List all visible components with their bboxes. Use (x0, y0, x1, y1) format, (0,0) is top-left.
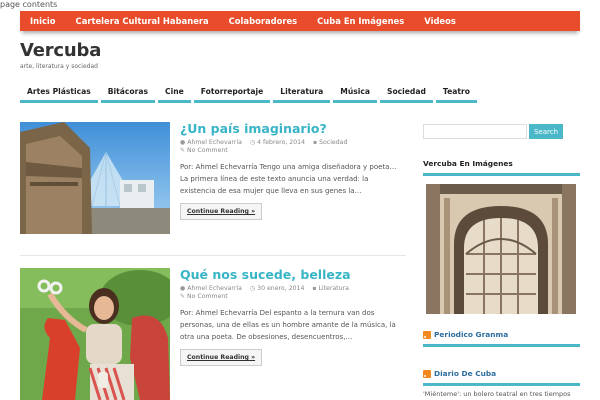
category-cine[interactable]: Cine (158, 85, 191, 103)
post-comments[interactable]: No Comment (187, 147, 228, 154)
post-category[interactable]: Literatura (318, 285, 348, 292)
top-nav-inicio[interactable]: Inicio (20, 16, 66, 26)
continue-reading-button[interactable]: Continue Reading » (180, 203, 263, 220)
feed-widget-granma: Periodico Granma (423, 330, 580, 347)
comment-icon: ✎ (180, 147, 186, 154)
folder-icon: ▪ (312, 285, 317, 292)
category-bitacoras[interactable]: Bitácoras (100, 85, 156, 103)
post-thumbnail-woman[interactable] (20, 268, 170, 400)
post-item: ¿Un país imaginario? ● Ahmel Echevarría ◷… (20, 122, 406, 242)
page-contents-label: page contents (0, 0, 58, 9)
comment-icon: ✎ (180, 293, 186, 300)
category-fotorreportaje[interactable]: Fotorreportaje (193, 85, 271, 103)
rss-icon (423, 369, 431, 378)
top-navigation: Inicio Cartelera Cultural Habanera Colab… (20, 11, 580, 31)
post-title[interactable]: Qué nos sucede, belleza (180, 268, 406, 282)
top-nav-videos[interactable]: Videos (414, 16, 466, 26)
site-tagline: arte, literatura y sociedad (20, 63, 98, 70)
search-widget: Search (423, 124, 580, 139)
category-literatura[interactable]: Literatura (273, 85, 331, 103)
widget-title-feed2: Diario De Cuba (423, 369, 580, 386)
folder-icon: ▪ (313, 139, 318, 146)
category-sociedad[interactable]: Sociedad (379, 85, 433, 103)
site-branding: Vercuba arte, literatura y sociedad (20, 40, 101, 70)
gallery-image[interactable] (426, 184, 576, 314)
rss-icon (423, 330, 431, 339)
sidebar: Search Vercuba En Imágenes Periodico Gra… (423, 124, 580, 398)
author-icon: ● (180, 139, 186, 146)
category-artes-plasticas[interactable]: Artes Plásticas (20, 85, 98, 103)
category-navigation: Artes Plásticas Bitácoras Cine Fotorrepo… (20, 85, 480, 103)
post-meta: ● Ahmel Echevarría ◷ 4 febrero, 2014 ▪ Soci… (180, 139, 406, 155)
post-author[interactable]: Ahmel Echevarría (187, 139, 242, 146)
widget-title-feed1: Periodico Granma (423, 330, 580, 347)
author-icon: ● (180, 285, 186, 292)
search-button[interactable]: Search (529, 124, 563, 139)
feed1-title[interactable]: Periodico Granma (434, 330, 508, 339)
top-nav-cartelera[interactable]: Cartelera Cultural Habanera (66, 16, 219, 26)
post-date: 30 enero, 2014 (257, 285, 305, 292)
post-divider (20, 255, 406, 256)
post-excerpt: Por: Ahmel Echevarría Tengo una amiga di… (180, 163, 397, 195)
top-nav-cuba-imagenes[interactable]: Cuba En Imágenes (307, 16, 414, 26)
widget-title-gallery: Vercuba En Imágenes (423, 159, 580, 176)
post-author[interactable]: Ahmel Echevarría (187, 285, 242, 292)
post-date: 4 febrero, 2014 (257, 139, 306, 146)
clock-icon: ◷ (249, 139, 256, 146)
category-teatro[interactable]: Teatro (435, 85, 477, 103)
category-musica[interactable]: Música (333, 85, 377, 103)
feed2-item[interactable]: 'Miénteme': un bolero teatral en tres ti… (423, 390, 580, 398)
post-excerpt: Por: Ahmel Echevarría Del espanto a la t… (180, 309, 396, 341)
post-title[interactable]: ¿Un país imaginario? (180, 122, 406, 136)
continue-reading-button[interactable]: Continue Reading » (180, 349, 263, 366)
post-item: Qué nos sucede, belleza ● Ahmel Echevarrí… (20, 268, 406, 400)
site-title[interactable]: Vercuba (20, 40, 101, 61)
post-comments[interactable]: No Comment (187, 293, 228, 300)
search-input[interactable] (423, 124, 527, 139)
gallery-widget: Vercuba En Imágenes (423, 159, 580, 314)
post-category[interactable]: Sociedad (319, 139, 347, 146)
clock-icon: ◷ (249, 285, 256, 292)
post-meta: ● Ahmel Echevarría ◷ 30 enero, 2014 ▪ Liter… (180, 285, 406, 301)
feed2-title[interactable]: Diario De Cuba (434, 369, 496, 378)
top-nav-colaboradores[interactable]: Colaboradores (219, 16, 308, 26)
post-thumbnail-monument[interactable] (20, 122, 170, 234)
feed-widget-diario: Diario De Cuba 'Miénteme': un bolero tea… (423, 369, 580, 398)
